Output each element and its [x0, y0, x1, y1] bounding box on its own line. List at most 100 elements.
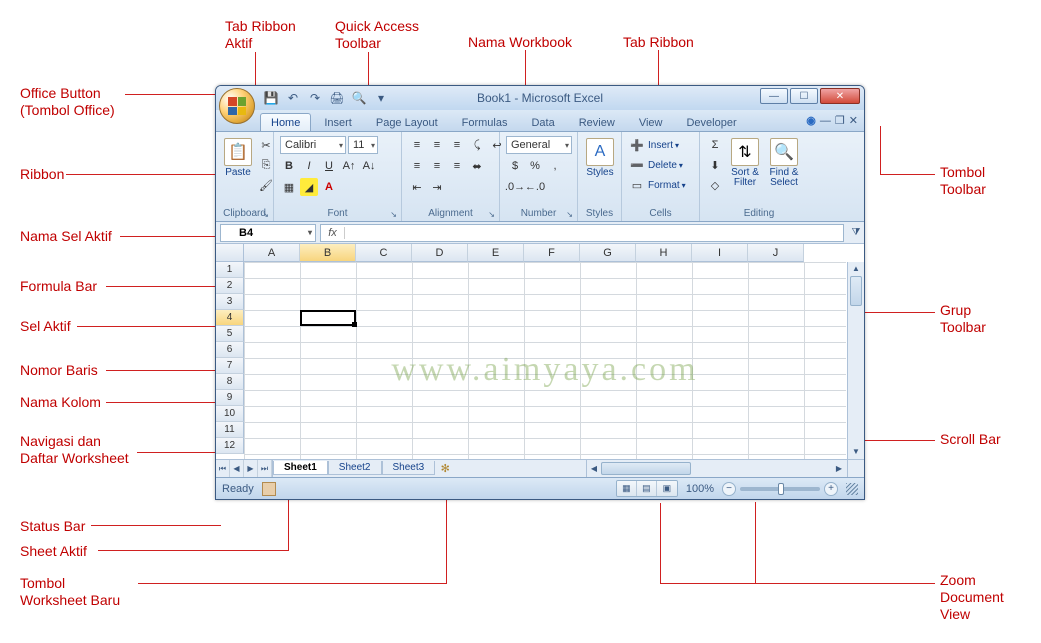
column-header-B[interactable]: B	[300, 244, 356, 262]
font-name-dropdown[interactable]: Calibri	[280, 136, 346, 154]
tab-review[interactable]: Review	[568, 113, 626, 131]
row-header-7[interactable]: 7	[216, 358, 244, 374]
tab-insert[interactable]: Insert	[313, 113, 363, 131]
bold-button[interactable]: B	[280, 157, 298, 175]
select-all-corner[interactable]	[216, 244, 244, 262]
scroll-right-icon[interactable]: ▶	[832, 464, 846, 473]
doc-restore-button[interactable]: ❐	[835, 114, 845, 127]
clear-icon[interactable]: ◇	[706, 176, 724, 194]
font-dialog-icon[interactable]: ↘	[390, 210, 397, 219]
horizontal-scrollbar[interactable]: ◀ ▶	[586, 460, 846, 477]
resize-grip[interactable]	[846, 483, 858, 495]
tab-page-layout[interactable]: Page Layout	[365, 113, 449, 131]
help-icon[interactable]: ◉	[806, 114, 816, 127]
fx-button[interactable]: fx	[321, 227, 345, 239]
qat-redo-icon[interactable]: ↷	[306, 89, 324, 107]
zoom-level[interactable]: 100%	[686, 483, 714, 495]
row-header-6[interactable]: 6	[216, 342, 244, 358]
active-cell[interactable]	[300, 310, 356, 326]
decrease-indent-icon[interactable]: ⇤	[408, 178, 426, 196]
column-header-I[interactable]: I	[692, 244, 748, 262]
alignment-dialog-icon[interactable]: ↘	[488, 210, 495, 219]
column-header-A[interactable]: A	[244, 244, 300, 262]
zoom-slider[interactable]	[740, 487, 820, 491]
number-dialog-icon[interactable]: ↘	[566, 210, 573, 219]
qat-preview-icon[interactable]: 🔍	[350, 89, 368, 107]
qat-more-icon[interactable]: ▾	[372, 89, 390, 107]
nav-next-icon[interactable]: ▶	[244, 460, 258, 477]
row-header-12[interactable]: 12	[216, 438, 244, 454]
view-normal-icon[interactable]: ▦	[617, 481, 637, 496]
tab-home[interactable]: Home	[260, 113, 311, 131]
qat-save-icon[interactable]: 💾	[262, 89, 280, 107]
macro-record-icon[interactable]	[262, 482, 276, 496]
row-header-9[interactable]: 9	[216, 390, 244, 406]
vscroll-thumb[interactable]	[850, 276, 862, 306]
scroll-down-icon[interactable]: ▼	[848, 445, 864, 459]
nav-prev-icon[interactable]: ◀	[230, 460, 244, 477]
currency-icon[interactable]: $	[506, 157, 524, 175]
view-page-layout-icon[interactable]: ▤	[637, 481, 657, 496]
shrink-font-icon[interactable]: A↓	[360, 157, 378, 175]
doc-close-button[interactable]: ✕	[849, 114, 858, 127]
increase-indent-icon[interactable]: ⇥	[428, 178, 446, 196]
scroll-left-icon[interactable]: ◀	[587, 464, 601, 473]
nav-last-icon[interactable]: ⏭	[258, 460, 272, 477]
find-select-button[interactable]: 🔍 Find & Select	[766, 136, 802, 190]
hscroll-thumb[interactable]	[601, 462, 691, 475]
scroll-up-icon[interactable]: ▲	[848, 262, 864, 276]
grow-font-icon[interactable]: A↑	[340, 157, 358, 175]
row-header-8[interactable]: 8	[216, 374, 244, 390]
column-header-H[interactable]: H	[636, 244, 692, 262]
sort-filter-button[interactable]: ⇅ Sort & Filter	[727, 136, 763, 190]
view-page-break-icon[interactable]: ▣	[657, 481, 677, 496]
tab-data[interactable]: Data	[520, 113, 565, 131]
maximize-button[interactable]: ☐	[790, 88, 818, 104]
font-color-icon[interactable]: A	[320, 178, 338, 196]
row-header-1[interactable]: 1	[216, 262, 244, 278]
percent-icon[interactable]: %	[526, 157, 544, 175]
row-header-5[interactable]: 5	[216, 326, 244, 342]
fill-color-icon[interactable]: ◢	[300, 178, 318, 196]
number-format-dropdown[interactable]: General	[506, 136, 572, 154]
column-header-D[interactable]: D	[412, 244, 468, 262]
clipboard-dialog-icon[interactable]: ↘	[262, 210, 269, 219]
doc-minimize-button[interactable]: —	[820, 115, 831, 127]
nav-first-icon[interactable]: ⏮	[216, 460, 230, 477]
align-center-icon[interactable]: ≡	[428, 157, 446, 175]
decrease-decimal-icon[interactable]: ←.0	[526, 178, 544, 196]
tab-view[interactable]: View	[628, 113, 674, 131]
styles-button[interactable]: A Styles	[584, 136, 616, 180]
merge-cells-icon[interactable]: ⬌	[468, 157, 486, 175]
tab-formulas[interactable]: Formulas	[451, 113, 519, 131]
border-icon[interactable]: ▦	[280, 178, 298, 196]
row-header-4[interactable]: 4	[216, 310, 244, 326]
align-left-icon[interactable]: ≡	[408, 157, 426, 175]
copy-icon[interactable]: ⎘	[257, 156, 275, 174]
fill-icon[interactable]: ⬇	[706, 156, 724, 174]
insert-cells-button[interactable]: ➕Insert▾	[628, 136, 679, 154]
delete-cells-button[interactable]: ➖Delete▾	[628, 156, 683, 174]
formula-expand-icon[interactable]: ⧩	[848, 227, 864, 238]
sheet-tab-1[interactable]: Sheet1	[273, 461, 328, 475]
orientation-icon[interactable]: ⤹	[468, 136, 486, 154]
qat-print-icon[interactable]: 🖨	[328, 89, 346, 107]
name-box[interactable]: B4	[220, 224, 316, 242]
row-header-3[interactable]: 3	[216, 294, 244, 310]
font-size-dropdown[interactable]: 11	[348, 136, 378, 154]
minimize-button[interactable]: —	[760, 88, 788, 104]
format-cells-button[interactable]: ▭Format▾	[628, 176, 686, 194]
comma-icon[interactable]: ,	[546, 157, 564, 175]
align-top-icon[interactable]: ≡	[408, 136, 426, 154]
cells-area[interactable]: www.aimyaya.com	[244, 262, 846, 459]
column-header-E[interactable]: E	[468, 244, 524, 262]
increase-decimal-icon[interactable]: .0→	[506, 178, 524, 196]
underline-button[interactable]: U	[320, 157, 338, 175]
align-middle-icon[interactable]: ≡	[428, 136, 446, 154]
italic-button[interactable]: I	[300, 157, 318, 175]
row-header-10[interactable]: 10	[216, 406, 244, 422]
zoom-in-button[interactable]: +	[824, 482, 838, 496]
office-button[interactable]	[219, 88, 255, 124]
qat-undo-icon[interactable]: ↶	[284, 89, 302, 107]
align-bottom-icon[interactable]: ≡	[448, 136, 466, 154]
